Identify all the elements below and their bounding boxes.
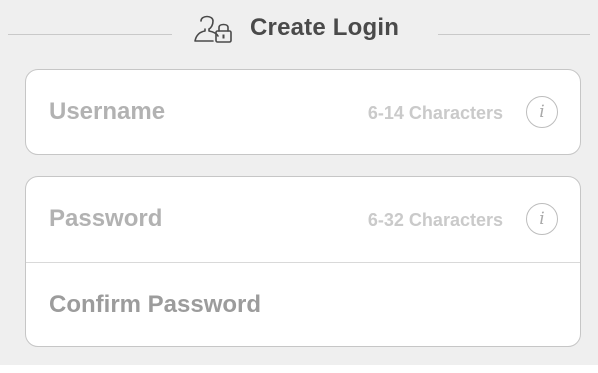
info-icon-glyph: i (539, 209, 545, 229)
password-field[interactable]: Password 6-32 Characters i (26, 177, 580, 262)
info-icon-glyph: i (539, 102, 545, 122)
password-hint: 6-32 Characters (367, 210, 503, 230)
bottom-edge (0, 365, 598, 373)
info-icon[interactable]: i (526, 96, 558, 128)
password-card: Password 6-32 Characters i Confirm Passw… (25, 176, 581, 347)
create-login-panel: Create Login Username 6-14 Characters i … (0, 0, 598, 373)
page-title: Create Login (250, 14, 400, 41)
header-divider-left (8, 34, 172, 35)
confirm-password-field[interactable]: Confirm Password (26, 262, 580, 346)
header-divider-right (438, 34, 590, 35)
username-placeholder: Username (49, 98, 166, 125)
username-field[interactable]: Username 6-14 Characters i (26, 70, 580, 154)
username-hint: 6-14 Characters (367, 103, 503, 123)
confirm-password-placeholder: Confirm Password (49, 291, 262, 318)
user-lock-icon (194, 15, 232, 43)
password-placeholder: Password (49, 205, 163, 232)
username-card: Username 6-14 Characters i (25, 69, 581, 155)
section-header: Create Login (0, 0, 598, 68)
info-icon[interactable]: i (526, 203, 558, 235)
